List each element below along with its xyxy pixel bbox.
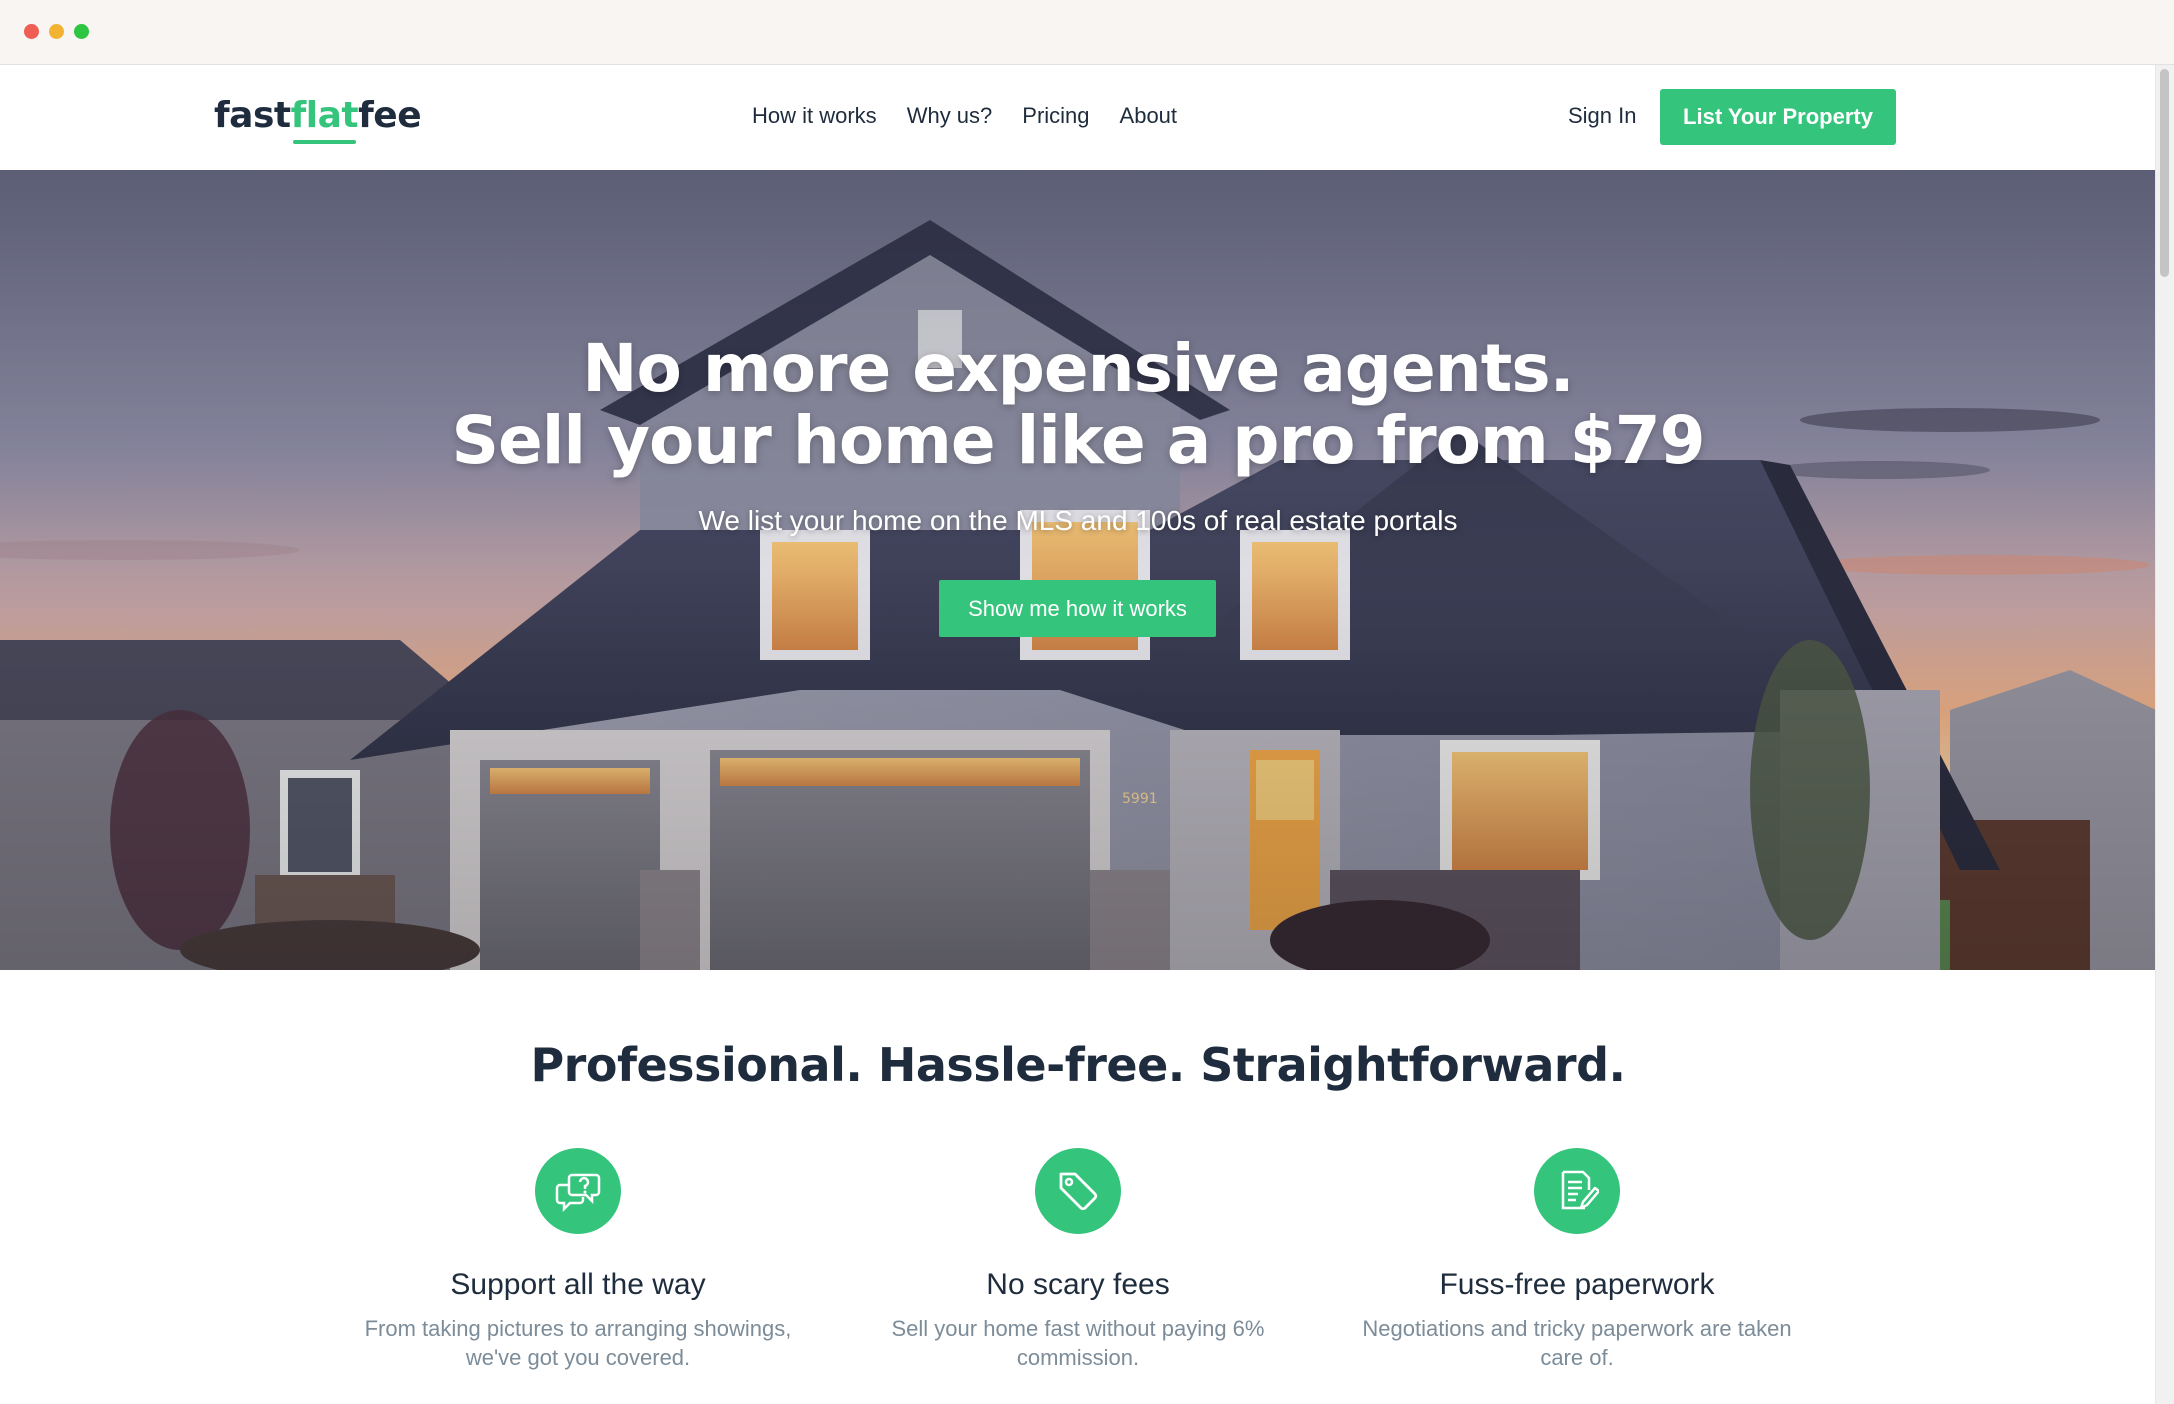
show-how-it-works-button[interactable]: Show me how it works xyxy=(939,580,1216,637)
feature-description: Sell your home fast without paying 6% co… xyxy=(828,1314,1328,1372)
feature-description-line: commission. xyxy=(1016,1345,1140,1370)
scrollbar-thumb[interactable] xyxy=(2160,69,2169,277)
page-scrollbar[interactable] xyxy=(2155,65,2174,1404)
nav-why-us[interactable]: Why us? xyxy=(907,103,993,129)
browser-titlebar xyxy=(0,0,2174,65)
logo-fee: fee xyxy=(358,95,422,136)
sign-in-link[interactable]: Sign In xyxy=(1568,103,1637,129)
features-heading: Professional. Hassle-free. Straightforwa… xyxy=(530,1038,1626,1092)
site-header: fastflatfee How it works Why us? Pricing… xyxy=(0,65,2156,170)
feature-title: Support all the way xyxy=(450,1268,706,1301)
price-tag-icon xyxy=(1035,1148,1121,1234)
feature-description-line: we've got you covered. xyxy=(465,1345,691,1370)
feature-description-line: care of. xyxy=(1540,1345,1614,1370)
feature-description-line: From taking pictures to arranging showin… xyxy=(364,1316,792,1341)
hero-title-line-1: No more expensive agents. xyxy=(582,330,1574,407)
hero-subtitle: We list your home on the MLS and 100s of… xyxy=(698,505,1458,536)
feature-support: Support all the way From taking pictures… xyxy=(328,1148,828,1372)
logo-flat: flat xyxy=(290,95,359,136)
feature-description: Negotiations and tricky paperwork are ta… xyxy=(1327,1314,1827,1372)
feature-description: From taking pictures to arranging showin… xyxy=(328,1314,828,1372)
feature-title: No scary fees xyxy=(986,1268,1170,1301)
document-edit-icon xyxy=(1534,1148,1620,1234)
feature-paperwork: Fuss-free paperwork Negotiations and tri… xyxy=(1327,1148,1827,1372)
window-zoom-button[interactable] xyxy=(74,24,89,39)
logo-fast: fast xyxy=(214,95,291,136)
chat-question-icon xyxy=(535,1148,621,1234)
hero-section: 5991 No more expensive agents. Sell your… xyxy=(0,170,2156,970)
nav-how-it-works[interactable]: How it works xyxy=(752,103,877,129)
feature-description-line: Sell your home fast without paying 6% xyxy=(891,1316,1265,1341)
page: fastflatfee How it works Why us? Pricing… xyxy=(0,65,2156,1404)
hero-house-image: 5991 xyxy=(0,170,2156,970)
hero-title-line-2: Sell your home like a pro from $79 xyxy=(451,402,1705,479)
list-property-button[interactable]: List Your Property xyxy=(1660,89,1896,145)
window-minimize-button[interactable] xyxy=(49,24,64,39)
feature-title: Fuss-free paperwork xyxy=(1439,1268,1715,1301)
nav-about[interactable]: About xyxy=(1120,103,1178,129)
feature-fees: No scary fees Sell your home fast withou… xyxy=(828,1148,1328,1372)
logo[interactable]: fastflatfee xyxy=(214,95,422,136)
window-close-button[interactable] xyxy=(24,24,39,39)
feature-description-line: Negotiations and tricky paperwork are ta… xyxy=(1362,1316,1792,1341)
nav-pricing[interactable]: Pricing xyxy=(1022,103,1089,129)
main-nav: How it works Why us? Pricing About xyxy=(752,103,1177,129)
